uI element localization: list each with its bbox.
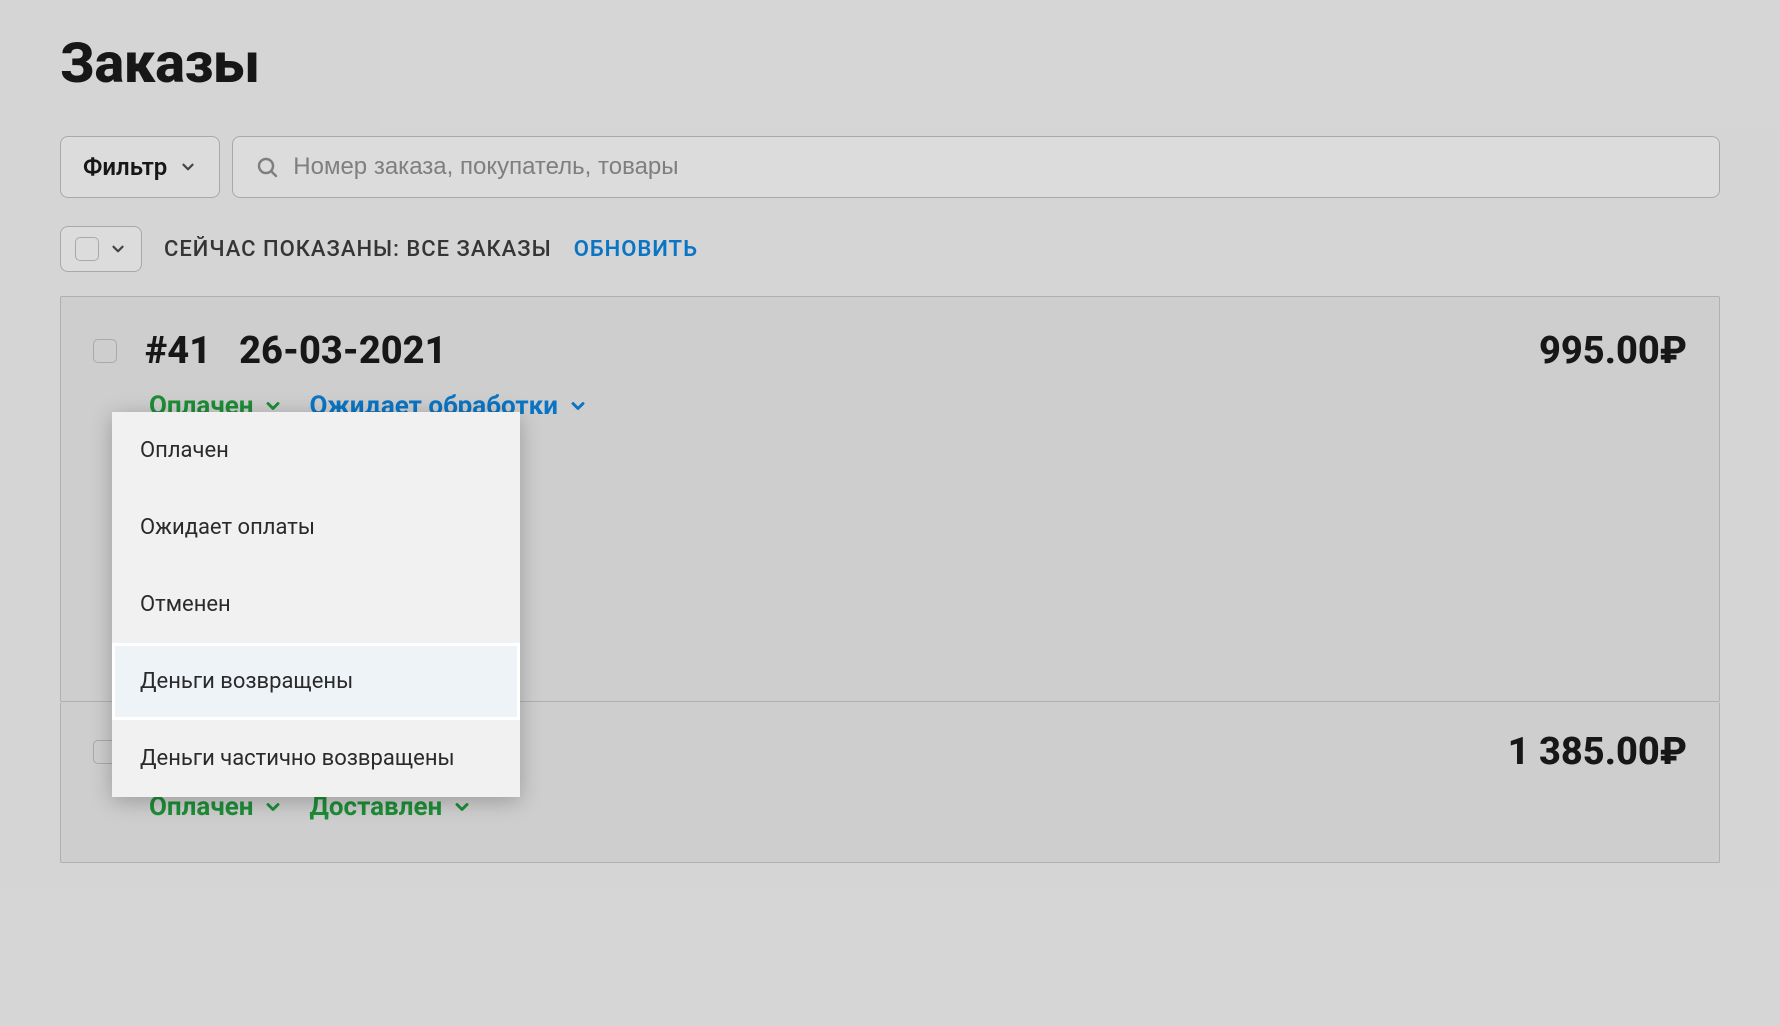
order-price: 1 385.00₽ xyxy=(1508,730,1687,774)
chevron-down-icon xyxy=(109,240,127,258)
chevron-down-icon xyxy=(568,396,588,416)
menu-item-refunded[interactable]: Деньги возвращены xyxy=(112,643,520,720)
menu-item-awaiting-payment[interactable]: Ожидает оплаты xyxy=(112,489,520,566)
select-all-checkbox[interactable] xyxy=(75,237,99,261)
order-date: 26-03-2021 xyxy=(239,329,446,373)
chevron-down-icon xyxy=(179,158,197,176)
order-price: 995.00₽ xyxy=(1539,329,1687,373)
order-number: #41 xyxy=(145,329,211,373)
payment-status-menu: Оплачен Ожидает оплаты Отменен Деньги во… xyxy=(112,412,520,797)
filter-button[interactable]: Фильтр xyxy=(60,136,220,198)
chevron-down-icon xyxy=(452,797,472,817)
chevron-down-icon xyxy=(263,797,283,817)
search-icon xyxy=(255,155,279,179)
page-title: Заказы xyxy=(60,30,1720,96)
menu-item-paid[interactable]: Оплачен xyxy=(112,412,520,489)
menu-item-cancelled[interactable]: Отменен xyxy=(112,566,520,643)
search-input[interactable] xyxy=(293,153,1697,181)
search-box[interactable] xyxy=(232,136,1720,198)
menu-item-partially-refunded[interactable]: Деньги частично возвращены xyxy=(112,720,520,797)
filter-label: Фильтр xyxy=(83,153,167,181)
select-all-dropdown[interactable] xyxy=(60,226,142,272)
filter-status-text: СЕЙЧАС ПОКАЗАНЫ: ВСЕ ЗАКАЗЫ xyxy=(164,237,552,262)
order-checkbox[interactable] xyxy=(93,339,117,363)
refresh-link[interactable]: ОБНОВИТЬ xyxy=(574,237,698,262)
